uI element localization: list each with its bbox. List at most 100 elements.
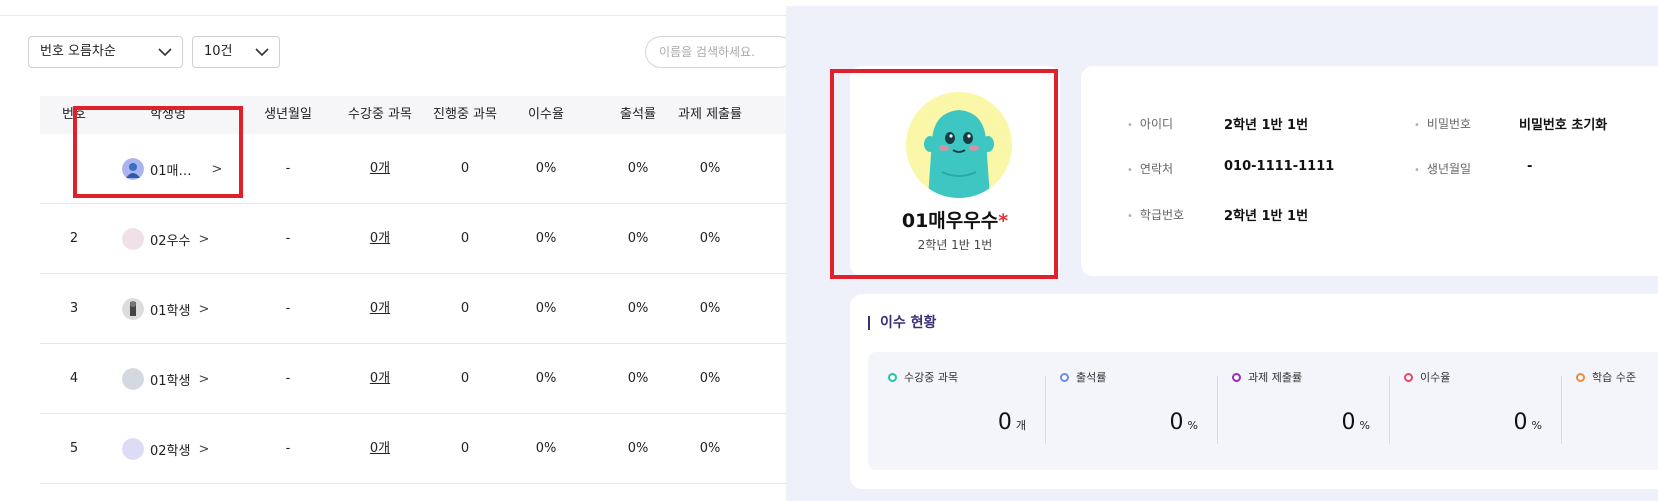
table-row: 2 02우수 > - 0개 0 0% 0% 0% (40, 204, 786, 274)
ongoing: 0 (460, 161, 470, 176)
info-label-contact: 연락처 (1127, 160, 1173, 177)
table-row: 4 01학생 > - 0개 0 0% 0% 0% (40, 344, 786, 414)
attendance: 0% (627, 371, 649, 386)
row-number: 3 (69, 301, 79, 316)
birth: - (285, 231, 291, 246)
student-name-link[interactable]: 01매… > (122, 134, 222, 204)
sort-select-value: 번호 오름차순 (40, 44, 116, 59)
stat-level: 학습 수준 (1556, 352, 1658, 470)
stat-label: 수강중 과목 (904, 371, 959, 384)
completion: 0% (535, 441, 557, 456)
circle-icon (888, 372, 897, 382)
status-summary: 수강중 과목 0개 출석률 0% 과제 제출률 0% 이수율 0% 학습 수준 (868, 352, 1658, 470)
circle-icon (1232, 372, 1241, 382)
stat-unit: % (1531, 419, 1542, 432)
stat-label: 이수율 (1420, 371, 1451, 384)
row-number: 2 (69, 231, 79, 246)
student-name-link[interactable]: 01학생 > (122, 274, 209, 344)
chevron-right-icon: > (198, 441, 210, 457)
stat-assignment: 과제 제출률 0% (1212, 352, 1390, 470)
info-label-password: 비밀번호 (1414, 115, 1471, 132)
info-value-contact: 010-1111-1111 (1224, 159, 1335, 174)
student-name: 02학생 (150, 443, 191, 459)
birth: - (285, 161, 291, 176)
avatar (122, 368, 144, 390)
avatar (122, 228, 144, 250)
completion: 0% (535, 371, 557, 386)
circle-icon (1576, 372, 1585, 382)
courses-link[interactable]: 0개 (370, 274, 390, 344)
chevron-right-icon: > (198, 231, 210, 247)
search-placeholder: 이름을 검색하세요. (659, 45, 755, 59)
stat-value: 0 (997, 410, 1012, 435)
stat-courses: 수강중 과목 0개 (868, 352, 1046, 470)
student-name-link[interactable]: 02우수 > (122, 204, 209, 274)
circle-icon (1404, 372, 1413, 382)
birth: - (285, 371, 291, 386)
avatar (122, 298, 144, 320)
attendance: 0% (627, 231, 649, 246)
character-icon (924, 110, 994, 198)
avatar (122, 158, 144, 180)
courses-link[interactable]: 0개 (370, 204, 390, 274)
assignment: 0% (699, 371, 721, 386)
birth: - (285, 301, 291, 316)
stat-value: 0 (1513, 410, 1528, 435)
profile-avatar (906, 92, 1012, 198)
info-label-birth: 생년월일 (1414, 160, 1471, 177)
search-input[interactable]: 이름을 검색하세요. (645, 36, 795, 68)
header-number: 번호 (62, 107, 86, 122)
assignment: 0% (699, 161, 721, 176)
student-name: 01매… (150, 163, 192, 179)
birth: - (285, 441, 291, 456)
table-row: 01매… > - 0개 0 0% 0% 0% (40, 134, 786, 204)
header-ongoing: 진행중 과목 (433, 107, 497, 122)
assignment: 0% (699, 301, 721, 316)
attendance: 0% (627, 161, 649, 176)
student-name-link[interactable]: 01학생 > (122, 344, 209, 414)
completion-status-card: 이수 현황 수강중 과목 0개 출석률 0% 과제 제출률 0% 이수율 0% (850, 294, 1658, 489)
stat-unit: % (1187, 419, 1198, 432)
info-value-birth: - (1527, 159, 1533, 174)
status-title: 이수 현황 (868, 316, 936, 330)
password-reset-link[interactable]: 비밀번호 초기화 (1519, 114, 1607, 133)
student-name: 01학생 (150, 373, 191, 389)
ongoing: 0 (460, 301, 470, 316)
student-name: 01학생 (150, 303, 191, 319)
ongoing: 0 (460, 231, 470, 246)
table-row: 5 02학생 > - 0개 0 0% 0% 0% (40, 414, 786, 484)
attendance: 0% (627, 301, 649, 316)
courses-link[interactable]: 0개 (370, 344, 390, 414)
chevron-right-icon: > (198, 301, 210, 317)
courses-link[interactable]: 0개 (370, 414, 390, 484)
student-list-panel: 번호 오름차순 10건 이름을 검색하세요. 번호 학생명 생년월일 수강중 과… (0, 0, 795, 501)
header-birth: 생년월일 (264, 107, 312, 122)
table-header: 번호 학생명 생년월일 수강중 과목 진행중 과목 이수율 출석률 과제 제출률 (40, 96, 786, 134)
profile-name: 01매우우수* (850, 206, 1060, 233)
chevron-down-icon (255, 48, 269, 57)
stat-value: 0 (1169, 410, 1184, 435)
chevron-down-icon (158, 48, 172, 57)
stat-attendance: 출석률 0% (1040, 352, 1218, 470)
stat-label: 출석률 (1076, 371, 1107, 384)
student-name: 02우수 (150, 233, 191, 249)
header-completion: 이수율 (528, 107, 564, 122)
sort-select[interactable]: 번호 오름차순 (28, 36, 183, 68)
completion: 0% (535, 161, 557, 176)
page-size-select[interactable]: 10건 (192, 36, 280, 68)
student-name-link[interactable]: 02학생 > (122, 414, 209, 484)
info-card: 아이디 2학년 1반 1번 비밀번호 비밀번호 초기화 연락처 010-1111… (1081, 66, 1658, 276)
row-number: 5 (69, 441, 79, 456)
courses-link[interactable]: 0개 (370, 134, 390, 204)
avatar (122, 438, 144, 460)
student-detail-panel: 01매우우수* 2학년 1반 1번 아이디 2학년 1반 1번 비밀번호 비밀번… (786, 6, 1658, 501)
header-student-name: 학생명 (150, 107, 186, 122)
stat-label: 학습 수준 (1592, 371, 1636, 384)
divider (0, 15, 786, 16)
chevron-right-icon: > (211, 161, 223, 177)
table-row: 3 01학생 > - 0개 0 0% 0% 0% (40, 274, 786, 344)
profile-card: 01매우우수* 2학년 1반 1번 (850, 66, 1060, 276)
stat-unit: % (1359, 419, 1370, 432)
info-label-id: 아이디 (1127, 115, 1173, 132)
stat-completion: 이수율 0% (1384, 352, 1562, 470)
